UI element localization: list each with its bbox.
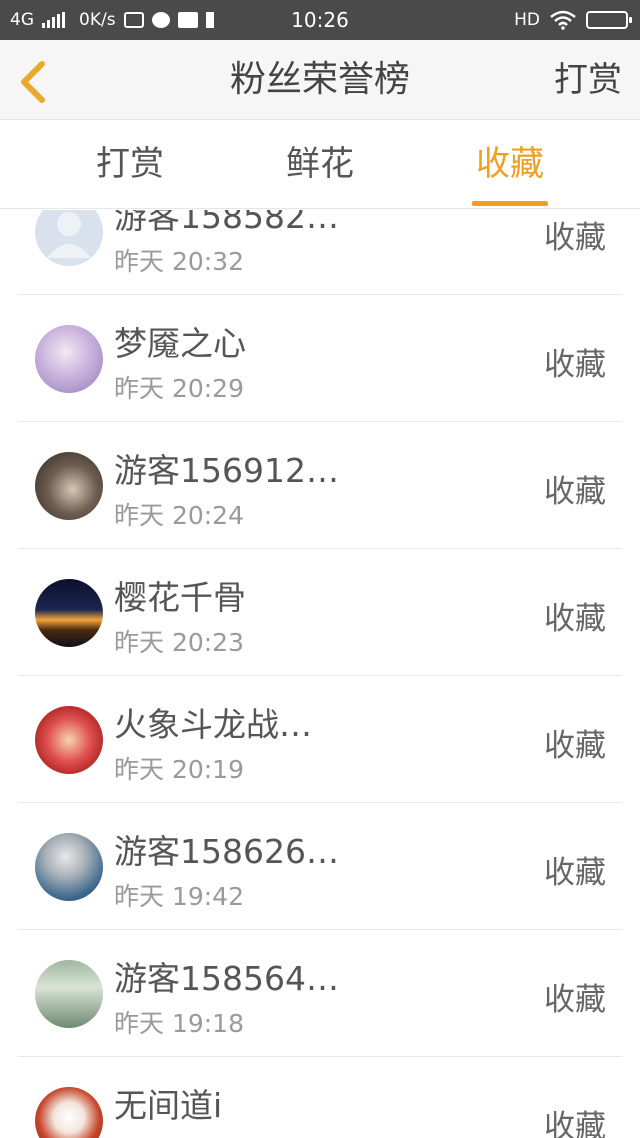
status-right: HD: [514, 0, 632, 40]
tab-bar: 打赏 鲜花 收藏: [0, 121, 640, 209]
avatar[interactable]: [35, 1087, 103, 1138]
timestamp: 昨天 20:24: [114, 501, 244, 530]
user-name: 游客158582…: [114, 210, 339, 236]
avatar[interactable]: [35, 579, 103, 647]
fan-list[interactable]: 游客158582… 昨天 20:32 收藏 梦魇之心 昨天 20:29 收藏 游…: [0, 210, 640, 1138]
reward-button[interactable]: 打赏: [554, 40, 622, 120]
page-title: 粉丝荣誉榜: [229, 59, 410, 100]
action-label: 收藏: [544, 220, 606, 256]
timestamp: 昨天 19:42: [114, 882, 244, 911]
avatar[interactable]: [35, 452, 103, 520]
timestamp: 昨天 20:32: [114, 247, 244, 276]
user-name: 无间道i: [114, 1086, 223, 1125]
action-label: 收藏: [544, 1109, 606, 1138]
status-bar: 4G 0K/s 10:26 HD: [0, 0, 640, 40]
user-name: 游客158564…: [114, 959, 339, 998]
list-item[interactable]: 游客158564… 昨天 19:18 收藏: [18, 930, 622, 1057]
battery-icon: [586, 11, 632, 29]
avatar[interactable]: [35, 960, 103, 1028]
timestamp: 昨天 20:19: [114, 755, 244, 784]
list-item[interactable]: 游客158626… 昨天 19:42 收藏: [18, 803, 622, 930]
list-item[interactable]: 游客158582… 昨天 20:32 收藏: [18, 210, 622, 295]
avatar[interactable]: [35, 210, 103, 266]
action-label: 收藏: [544, 347, 606, 383]
wifi-icon: [550, 10, 576, 30]
avatar[interactable]: [35, 706, 103, 774]
header-bar: 粉丝荣誉榜 打赏: [0, 40, 640, 120]
tab-favorites[interactable]: 收藏: [460, 121, 560, 209]
timestamp: 昨天 20:29: [114, 374, 244, 403]
timestamp: 昨天 19:18: [114, 1009, 244, 1038]
default-avatar-icon: [47, 212, 91, 258]
user-name: 樱花千骨: [114, 578, 246, 617]
tab-reward[interactable]: 打赏: [80, 121, 180, 209]
avatar[interactable]: [35, 833, 103, 901]
avatar[interactable]: [35, 325, 103, 393]
list-item[interactable]: 无间道i 收藏: [18, 1057, 622, 1138]
user-name: 游客156912…: [114, 451, 339, 490]
hd-indicator: HD: [514, 10, 540, 30]
tab-flowers[interactable]: 鲜花: [270, 121, 370, 209]
action-label: 收藏: [544, 474, 606, 510]
list-item[interactable]: 游客156912… 昨天 20:24 收藏: [18, 422, 622, 549]
active-tab-indicator: [472, 201, 548, 206]
user-name: 火象斗龙战…: [114, 705, 312, 744]
list-item[interactable]: 梦魇之心 昨天 20:29 收藏: [18, 295, 622, 422]
list-item[interactable]: 火象斗龙战… 昨天 20:19 收藏: [18, 676, 622, 803]
list-item[interactable]: 樱花千骨 昨天 20:23 收藏: [18, 549, 622, 676]
action-label: 收藏: [544, 982, 606, 1018]
user-name: 梦魇之心: [114, 324, 246, 363]
user-name: 游客158626…: [114, 832, 339, 871]
action-label: 收藏: [544, 728, 606, 764]
action-label: 收藏: [544, 601, 606, 637]
timestamp: 昨天 20:23: [114, 628, 244, 657]
action-label: 收藏: [544, 855, 606, 891]
